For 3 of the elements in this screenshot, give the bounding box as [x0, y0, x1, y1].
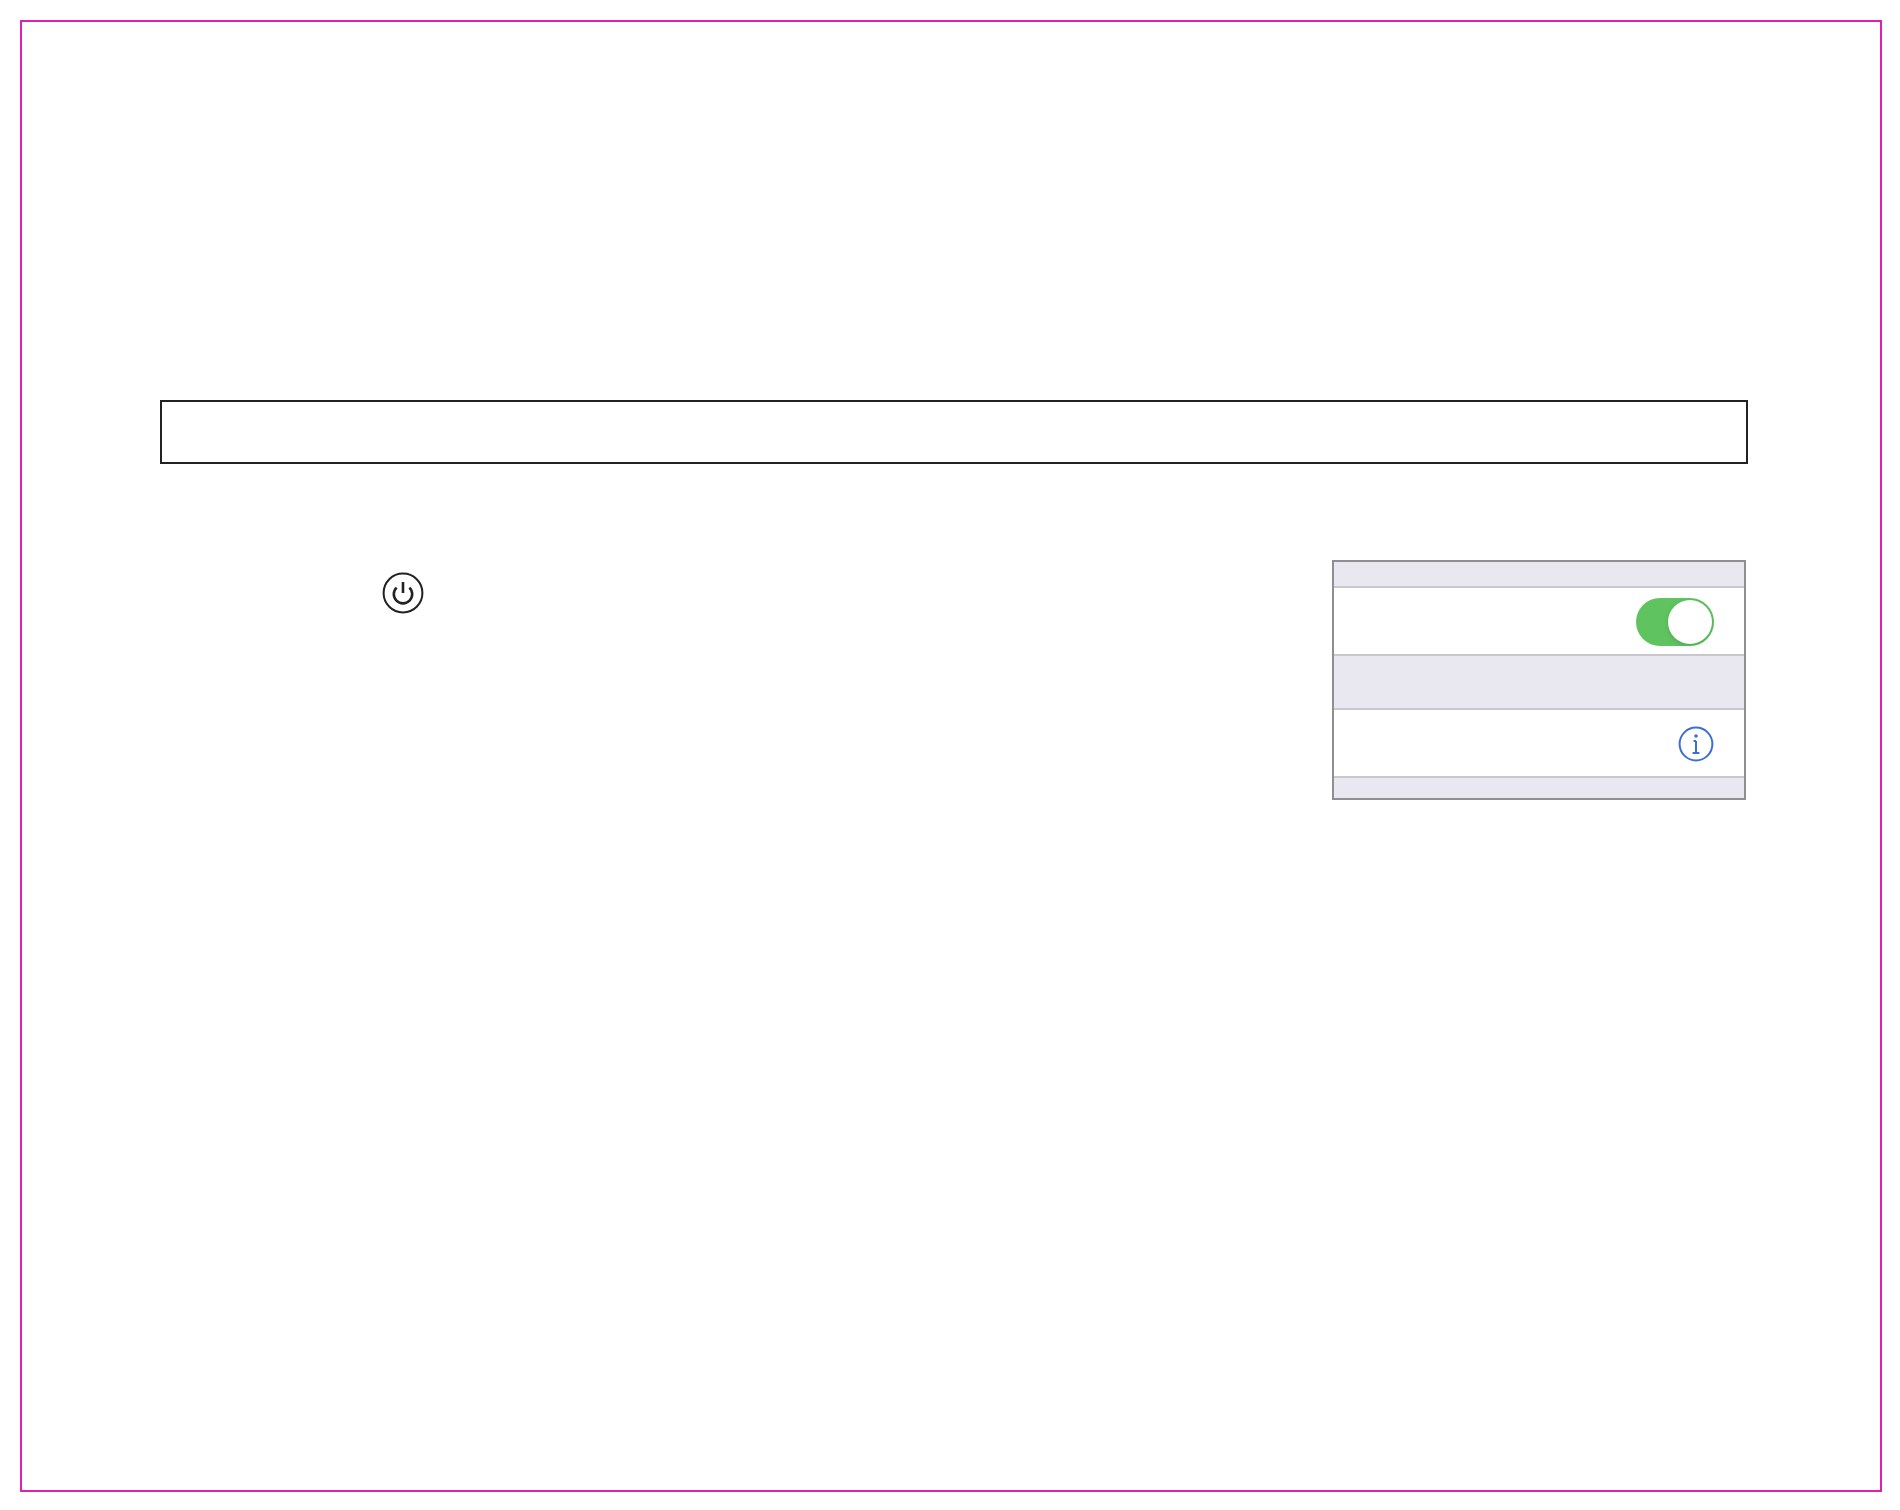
toggle-switch[interactable] [1636, 597, 1714, 645]
info-icon[interactable] [1678, 725, 1714, 761]
power-icon[interactable] [382, 572, 424, 614]
